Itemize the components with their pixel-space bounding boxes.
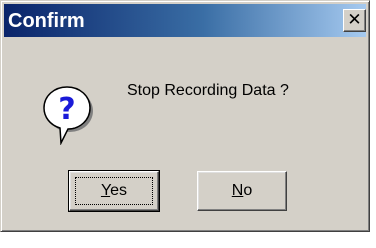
dialog-title: Confirm	[8, 10, 85, 32]
close-icon: ✕	[347, 10, 362, 30]
yes-mnemonic: Y	[100, 182, 111, 199]
svg-text:?: ?	[58, 92, 75, 127]
no-button-label: No	[232, 182, 252, 199]
confirm-dialog: Confirm ✕ ? Stop Recording Data ? Yes No	[0, 0, 370, 232]
yes-label-rest: es	[110, 182, 128, 199]
no-label-rest: o	[243, 182, 253, 199]
yes-button[interactable]: Yes	[68, 170, 160, 212]
no-button[interactable]: No	[197, 171, 287, 211]
question-icon: ?	[43, 86, 93, 145]
close-button[interactable]: ✕	[343, 9, 366, 32]
title-bar[interactable]: Confirm ✕	[4, 4, 366, 37]
no-mnemonic: N	[231, 182, 244, 199]
yes-button-label: Yes	[101, 182, 127, 199]
dialog-message: Stop Recording Data ?	[127, 82, 289, 99]
